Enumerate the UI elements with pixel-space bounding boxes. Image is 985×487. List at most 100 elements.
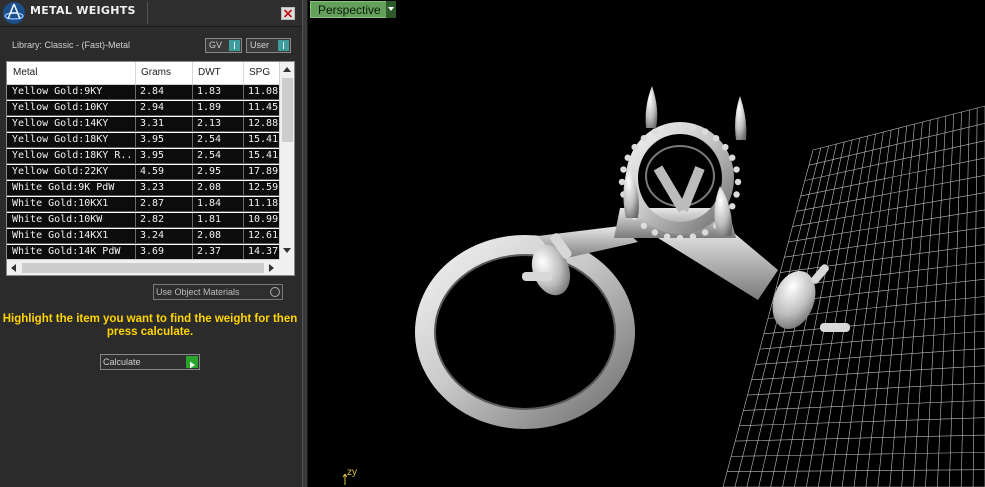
table-row[interactable]: White Gold:14K PdW 3.69 2.37 14.37 (7, 245, 279, 260)
grams-cell: 2.82 (140, 214, 165, 225)
grams-cell: 3.95 (140, 150, 165, 161)
grams-cell: 3.31 (140, 118, 165, 129)
grams-cell: 3.69 (140, 246, 165, 257)
grams-cell: 2.84 (140, 86, 165, 97)
panel-title: METAL WEIGHTS (30, 4, 136, 17)
dwt-cell: 2.95 (197, 166, 222, 177)
dwt-cell: 1.84 (197, 198, 222, 209)
column-header-metal[interactable]: Metal (13, 67, 37, 78)
metal-table: Metal Grams DWT SPG Yellow Gold:9KY 2.84 1… (6, 61, 295, 276)
metal-cell: White Gold:10KW (12, 214, 103, 225)
title-separator (147, 2, 148, 24)
metal-cell: White Gold:14K PdW (12, 246, 121, 257)
spg-cell: 12.59 (248, 182, 279, 193)
spg-cell: 11.45 (248, 102, 279, 113)
grams-cell: 3.95 (140, 134, 165, 145)
metal-weights-panel: METAL WEIGHTS Library: Classic - (Fast)-… (0, 0, 302, 487)
grams-cell: 2.94 (140, 102, 165, 113)
spg-cell: 15.41 (248, 134, 279, 145)
table-row[interactable]: Yellow Gold:22KY 4.59 2.95 17.89 (7, 165, 279, 180)
axis-indicator: zy (342, 467, 362, 486)
use-object-materials-label: Use Object Materials (156, 287, 240, 297)
spg-cell: 12.88 (248, 118, 279, 129)
metal-cell: Yellow Gold:18KY (12, 134, 109, 145)
column-header-spg[interactable]: SPG (249, 67, 270, 78)
table-row[interactable]: White Gold:14KX1 3.24 2.08 12.61 (7, 229, 279, 244)
view-dropdown-icon[interactable] (386, 1, 396, 18)
calculate-button[interactable]: Calculate (100, 354, 200, 370)
spg-cell: 12.61 (248, 230, 279, 241)
spg-cell: 11.18 (248, 198, 279, 209)
panel-titlebar: METAL WEIGHTS (0, 0, 302, 27)
play-arrow-icon (186, 356, 198, 369)
instruction-text: Highlight the item you want to find the … (2, 313, 298, 338)
metal-cell: White Gold:14KX1 (12, 230, 109, 241)
dwt-cell: 1.83 (197, 86, 222, 97)
dwt-cell: 1.81 (197, 214, 222, 225)
scroll-left-icon[interactable] (11, 264, 16, 272)
dwt-cell: 1.89 (197, 102, 222, 113)
ring-model-render (415, 86, 985, 487)
close-button[interactable] (281, 7, 295, 20)
spg-cell: 10.99 (248, 214, 279, 225)
gv-toggle[interactable]: GV (205, 38, 242, 53)
app-logo-icon (3, 2, 25, 24)
use-object-materials-option[interactable]: Use Object Materials (153, 284, 283, 300)
dwt-cell: 2.54 (197, 134, 222, 145)
close-icon (283, 9, 293, 18)
grams-cell: 2.87 (140, 198, 165, 209)
scroll-up-icon[interactable] (283, 67, 291, 72)
3d-viewport[interactable]: Perspective zy (308, 0, 985, 487)
dwt-cell: 2.37 (197, 246, 222, 257)
gv-toggle-label: GV (209, 40, 223, 50)
table-row[interactable]: Yellow Gold:14KY 3.31 2.13 12.88 (7, 117, 279, 132)
column-header-dwt[interactable]: DWT (198, 67, 221, 78)
table-row[interactable]: Yellow Gold:9KY 2.84 1.83 11.08 (7, 85, 279, 100)
metal-cell: Yellow Gold:14KY (12, 118, 109, 129)
gv-toggle-knob (229, 40, 240, 51)
metal-cell: White Gold:10KX1 (12, 198, 109, 209)
ring-shank (415, 235, 635, 429)
spg-cell: 14.37 (248, 246, 279, 257)
table-row[interactable]: Yellow Gold:10KY 2.94 1.89 11.45 (7, 101, 279, 116)
library-label: Library: Classic - (Fast)-Metal (12, 40, 131, 50)
viewport-view-label: Perspective (318, 3, 381, 17)
use-object-materials-radio[interactable] (270, 287, 280, 297)
viewport-view-menu[interactable]: Perspective (310, 1, 396, 18)
user-toggle-label: User (250, 40, 270, 50)
table-row[interactable]: Yellow Gold:18KY 3.95 2.54 15.41 (7, 133, 279, 148)
scroll-corner (279, 259, 294, 275)
table-header: Metal Grams DWT SPG (7, 62, 279, 85)
dwt-cell: 2.08 (197, 182, 222, 193)
spg-cell: 11.08 (248, 86, 279, 97)
grams-cell: 3.23 (140, 182, 165, 193)
scroll-right-icon[interactable] (269, 264, 274, 272)
axis-label: zy (347, 467, 357, 478)
calculate-label: Calculate (103, 357, 141, 367)
shoulder-right (658, 228, 778, 300)
user-toggle-knob (278, 40, 289, 51)
metal-cell: Yellow Gold:18KY R... (12, 150, 134, 161)
table-row[interactable]: White Gold:10KW 2.82 1.81 10.99 (7, 213, 279, 228)
vertical-scroll-thumb[interactable] (282, 78, 293, 142)
column-header-grams[interactable]: Grams (141, 67, 171, 78)
user-toggle[interactable]: User (246, 38, 291, 53)
prong-1 (645, 86, 658, 128)
grams-cell: 4.59 (140, 166, 165, 177)
metal-cell: Yellow Gold:22KY (12, 166, 109, 177)
vertical-scrollbar[interactable] (279, 62, 294, 259)
table-row[interactable]: White Gold:10KX1 2.87 1.84 11.18 (7, 197, 279, 212)
horizontal-scroll-thumb[interactable] (22, 263, 264, 273)
spg-cell: 15.41 (248, 150, 279, 161)
grams-cell: 3.24 (140, 230, 165, 241)
horizontal-scrollbar[interactable] (7, 259, 279, 275)
ground-grid (722, 105, 985, 487)
metal-cell: White Gold:9K PdW (12, 182, 115, 193)
table-row[interactable]: White Gold:9K PdW 3.23 2.08 12.59 (7, 181, 279, 196)
metal-cell: Yellow Gold:9KY (12, 86, 103, 97)
table-row[interactable]: Yellow Gold:18KY R... 3.95 2.54 15.41 (7, 149, 279, 164)
scroll-down-icon[interactable] (283, 248, 291, 253)
spg-cell: 17.89 (248, 166, 279, 177)
metal-cell: Yellow Gold:10KY (12, 102, 109, 113)
dwt-cell: 2.13 (197, 118, 222, 129)
